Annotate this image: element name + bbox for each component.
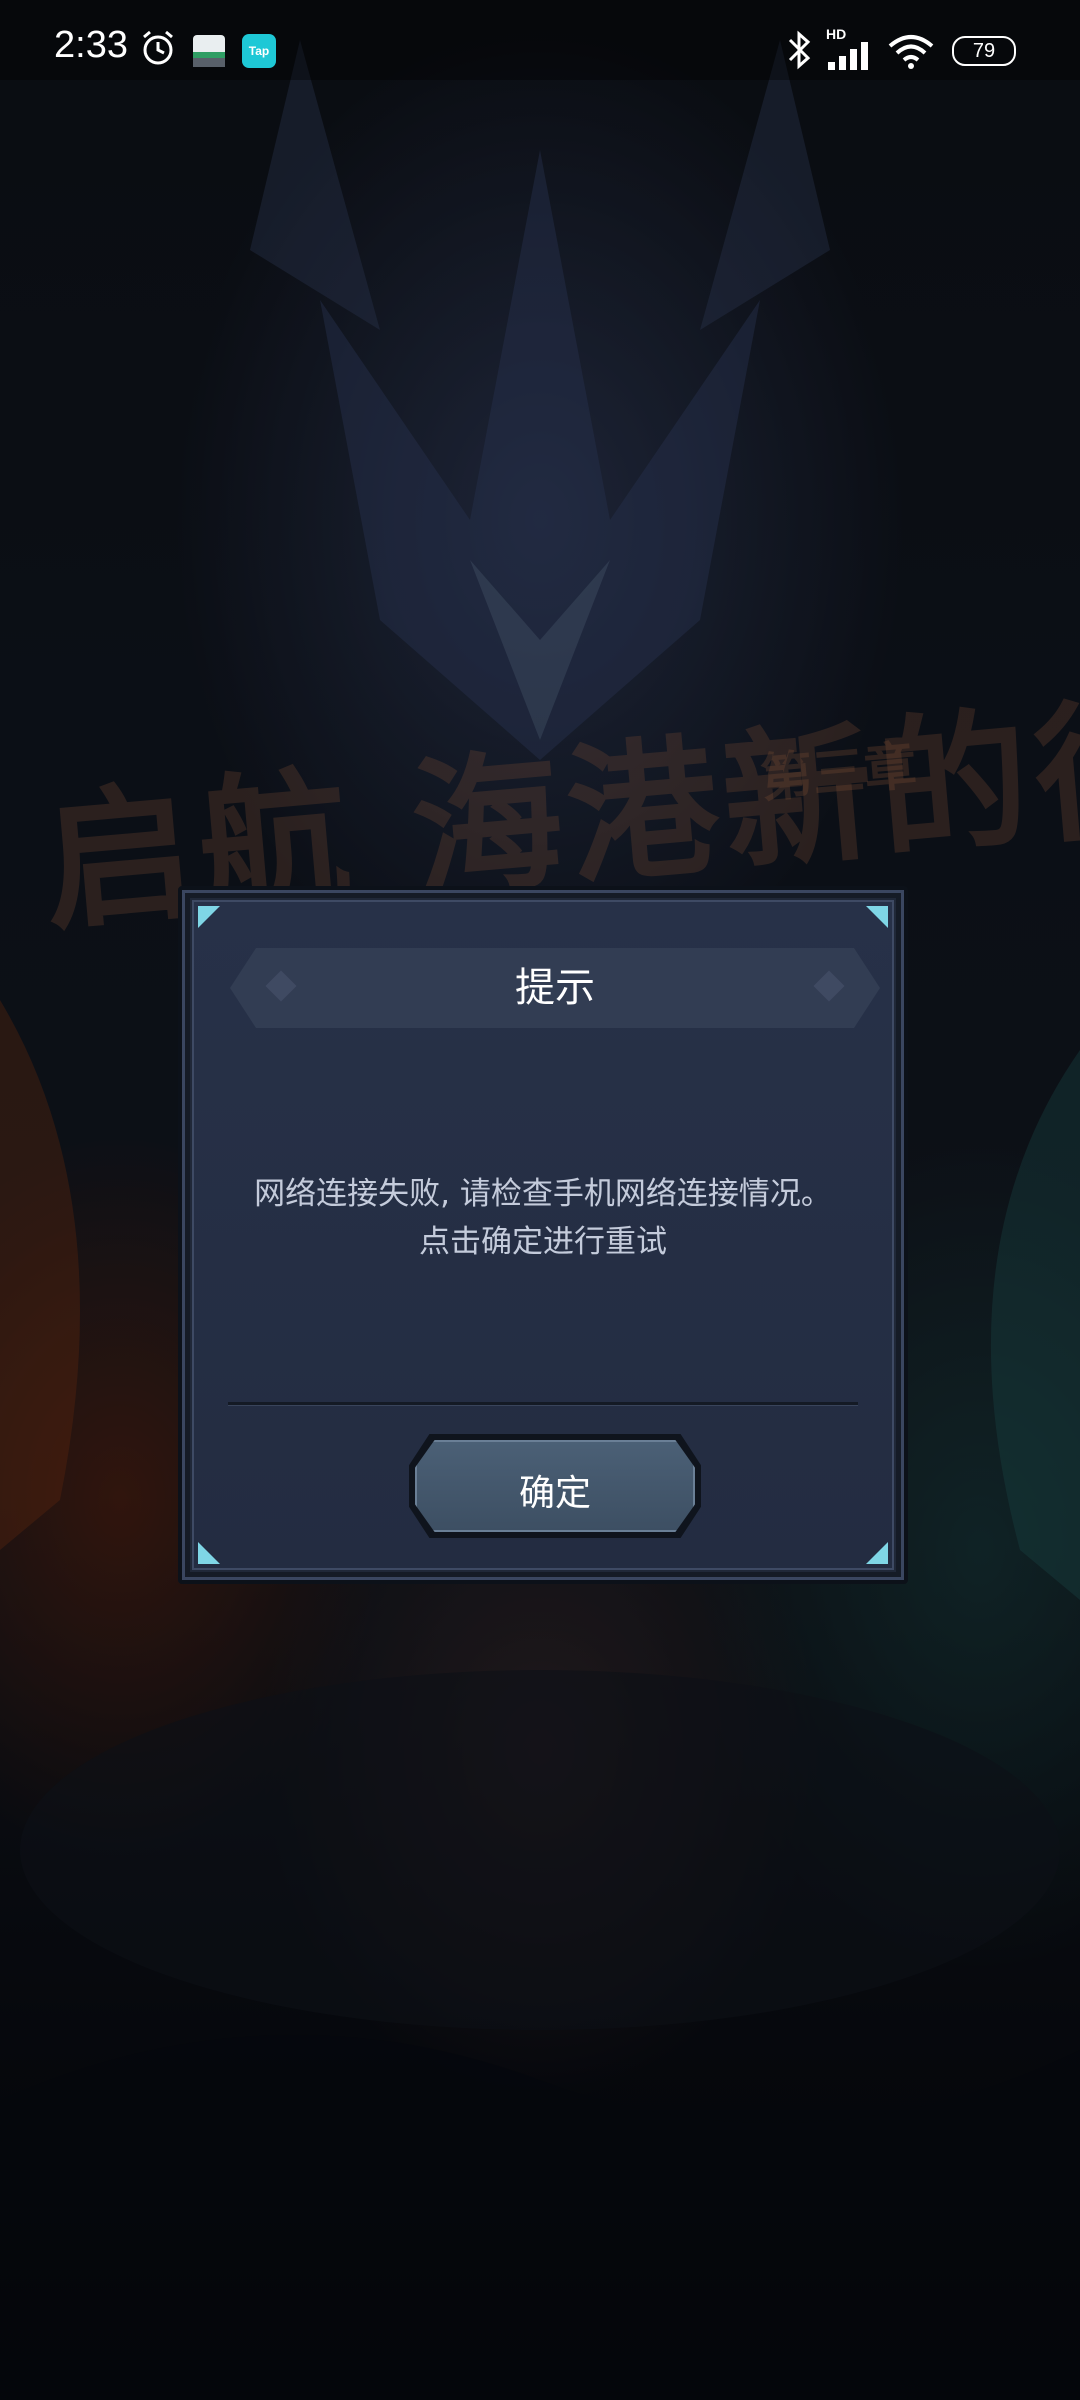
tap-app-icon: Tap	[242, 34, 276, 68]
status-time: 2:33	[54, 24, 128, 66]
game-screen: 启航 海港新的征程 第三章 2:33 Tap HD 79 提示 网络连接失败, …	[0, 0, 1080, 2400]
corner-ornament-icon	[198, 906, 220, 928]
corner-ornament-icon	[866, 1542, 888, 1564]
bluetooth-icon	[788, 30, 811, 70]
signal-icon	[828, 42, 868, 70]
message-line-2: 点击确定进行重试	[419, 1224, 667, 1260]
corner-ornament-icon	[866, 906, 888, 928]
app-notification-icon	[193, 35, 225, 67]
dialog-title-banner: 提示	[230, 948, 880, 1028]
battery-icon: 79	[952, 36, 1016, 66]
network-error-dialog: 提示 网络连接失败, 请检查手机网络连接情况。 点击确定进行重试 确定	[178, 886, 908, 1584]
status-bar: 2:33 Tap HD 79	[0, 0, 1080, 80]
dialog-panel: 提示 网络连接失败, 请检查手机网络连接情况。 点击确定进行重试 确定	[192, 900, 894, 1570]
message-line-1: 网络连接失败, 请检查手机网络连接情况。	[254, 1176, 832, 1212]
confirm-button[interactable]: 确定	[409, 1434, 701, 1538]
corner-ornament-icon	[198, 1542, 220, 1564]
dialog-message: 网络连接失败, 请检查手机网络连接情况。 点击确定进行重试	[214, 1170, 872, 1266]
dialog-divider	[228, 1402, 858, 1405]
confirm-button-face[interactable]: 确定	[415, 1440, 695, 1532]
dialog-title: 提示	[515, 965, 595, 1011]
wifi-icon	[888, 35, 934, 69]
alarm-icon	[143, 30, 173, 65]
confirm-button-label: 确定	[518, 1473, 591, 1514]
